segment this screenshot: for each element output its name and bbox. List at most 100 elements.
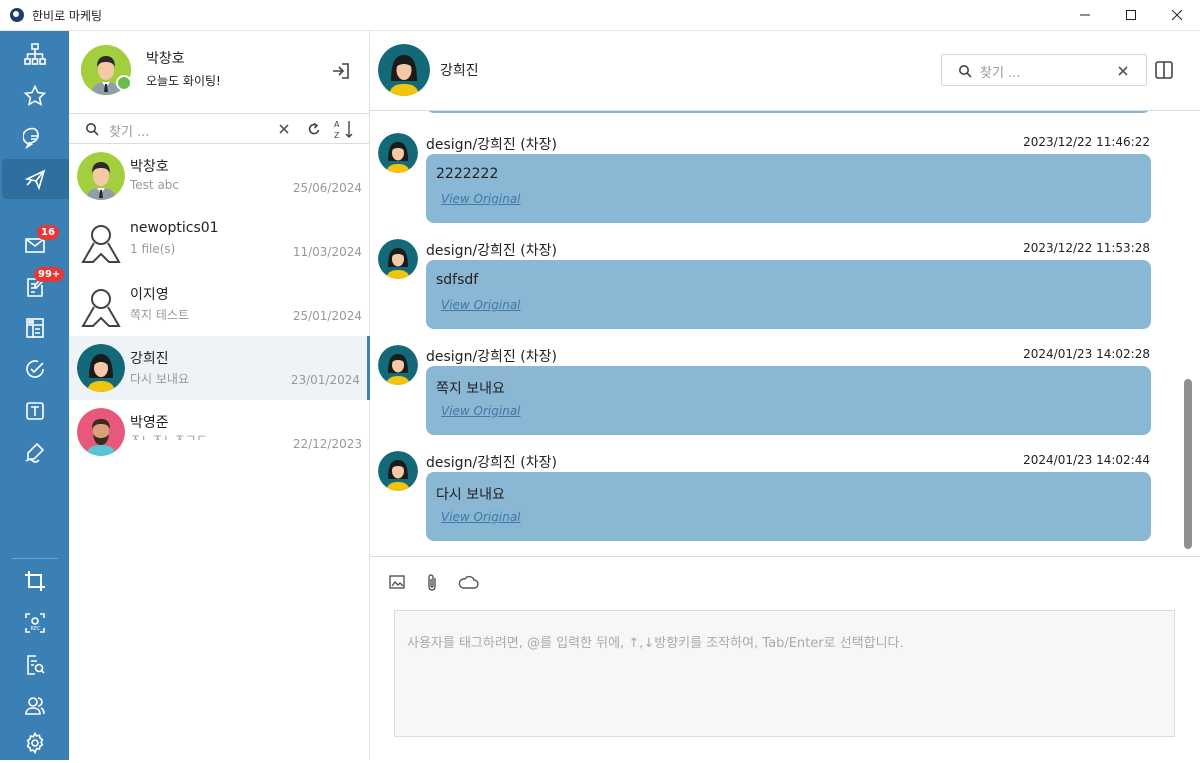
avatar-woman-icon [378,44,430,96]
split-view-icon [1155,61,1173,79]
profile-status-message[interactable]: 오늘도 화이팅! [146,72,221,89]
rail-item-chat[interactable] [0,118,69,158]
board-icon [25,318,44,338]
task-icon [25,360,44,378]
svg-text:Z: Z [334,131,340,139]
default-user-icon [79,284,123,332]
message-bubble[interactable]: 2222222 View Original [426,154,1151,223]
minimize-button[interactable] [1062,0,1108,30]
maximize-button[interactable] [1108,0,1154,30]
message-bubble[interactable]: 다시 보내요 View Original [426,472,1151,541]
rail-divider [12,558,58,559]
message-composer: 사용자를 태그하려면, @를 입력한 뒤에, ↑,↓방향키를 조작하여, Tab… [370,556,1200,760]
message-item: design/강희진 (차장) 2024/01/23 14:02:44 다시 보… [370,449,1200,555]
message-bubble[interactable]: 쪽지 보내요 View Original [426,366,1151,435]
users-icon [24,697,45,715]
message-input[interactable]: 사용자를 태그하려면, @를 입력한 뒤에, ↑,↓방향키를 조작하여, Tab… [394,610,1175,737]
rail-item-users[interactable] [0,686,69,726]
avatar[interactable] [378,44,430,96]
rail-item-record[interactable]: REC [0,603,69,643]
view-original-link[interactable]: View Original [441,298,521,312]
rail-item-mail[interactable]: 16 [0,225,69,265]
sort-az-icon[interactable]: A Z [334,119,356,139]
clear-search-icon[interactable] [1117,65,1129,77]
close-icon [1171,9,1183,21]
chat-area: 강희진 찾기 ... design/강희진 (차장) 2023/12/22 11… [370,31,1200,760]
close-button[interactable] [1154,0,1200,30]
conversation-item-active[interactable]: 강희진 다시 보내요 23/01/2024 [69,336,370,400]
avatar [77,344,125,392]
default-user-icon [79,220,123,268]
rail-item-text[interactable] [0,391,69,431]
avatar [378,345,418,385]
text-icon [25,402,44,420]
scrollbar-thumb[interactable] [1184,379,1192,549]
rail-item-notes[interactable]: 99+ [0,267,69,307]
rail-item-messages[interactable] [2,159,69,199]
search-icon [959,65,972,78]
rail-item-favorites[interactable] [0,76,69,116]
conversation-item[interactable]: 박영준 ㅈㄴㅈㄴㅈㄱㄷ 22/12/2023 [69,400,370,464]
rail-item-crop[interactable] [0,561,69,601]
attachment-icon[interactable] [424,573,440,593]
conversation-preview: 1 file(s) [130,242,176,256]
rail-item-org-chart[interactable] [0,34,69,74]
search-doc-icon [26,655,45,675]
rail-item-sign[interactable] [0,432,69,472]
search-icon [86,123,99,136]
message-sender: design/강희진 (차장) [426,349,557,365]
message-scrollbar[interactable] [1184,111,1192,556]
conversation-item[interactable]: newoptics01 1 file(s) 11/03/2024 [69,208,370,272]
org-chart-icon [23,43,46,65]
cloud-icon[interactable] [457,573,479,591]
window-controls [1062,0,1200,31]
message-send-icon [24,169,45,191]
message-list[interactable]: design/강희진 (차장) 2023/12/22 11:46:22 2222… [370,111,1200,556]
avatar [77,408,125,456]
message-timestamp: 2023/12/22 11:53:28 [1023,241,1150,255]
message-item: design/강희진 (차장) 2023/12/22 11:53:28 sdfs… [370,237,1200,343]
clear-search-icon[interactable] [278,123,290,135]
message-sender: design/강희진 (차장) [426,455,557,471]
chat-header: 강희진 찾기 ... [370,31,1200,111]
message-input-placeholder: 사용자를 태그하려면, @를 입력한 뒤에, ↑,↓방향키를 조작하여, Tab… [407,636,904,651]
logout-icon [333,63,349,79]
view-original-link[interactable]: View Original [441,404,521,418]
conversation-date: 11/03/2024 [292,245,362,259]
message-sender: design/강희진 (차장) [426,137,557,153]
avatar-woman-icon [378,345,418,385]
refresh-icon[interactable] [306,121,322,137]
conversation-date: 25/01/2024 [292,309,362,323]
logout-button[interactable] [331,61,351,85]
gear-icon [26,731,43,755]
maximize-icon [1126,10,1136,20]
title-bar: 한비로 마케팅 [0,0,1200,31]
rail-item-board[interactable] [0,308,69,348]
app-title: 한비로 마케팅 [32,8,103,23]
conversation-item[interactable]: 박창호 Test abc 25/06/2024 [69,144,370,208]
list-search-input[interactable]: 찾기 ... [109,121,149,140]
conversation-preview: ㅈㄴㅈㄴㅈㄱㄷ [130,432,208,440]
avatar-woman-icon [77,344,125,392]
view-original-link[interactable]: View Original [441,192,521,206]
list-search-bar: 찾기 ... A Z [69,113,370,144]
avatar-woman-icon [378,451,418,491]
rail-item-search-docs[interactable] [0,645,69,685]
record-icon: REC [24,613,45,633]
svg-text:REC: REC [30,626,41,632]
mail-count-badge: 16 [37,225,59,240]
split-view-button[interactable] [1154,60,1174,84]
rail-item-settings[interactable] [0,723,69,763]
avatar [378,239,418,279]
image-icon[interactable] [388,573,406,591]
rail-item-tasks[interactable] [0,349,69,389]
chat-title: 강희진 [440,63,479,79]
message-bubble[interactable]: sdfsdf View Original [426,260,1151,329]
avatar-man-icon [77,152,125,200]
message-item: design/강희진 (차장) 2024/01/23 14:02:28 쪽지 보… [370,343,1200,449]
conversation-item[interactable]: 이지영 쪽지 테스트 25/01/2024 [69,272,370,336]
chat-search-input[interactable]: 찾기 ... [980,62,1020,81]
view-original-link[interactable]: View Original [441,510,521,524]
app-logo-icon [10,8,24,22]
online-status-dot [116,75,132,91]
